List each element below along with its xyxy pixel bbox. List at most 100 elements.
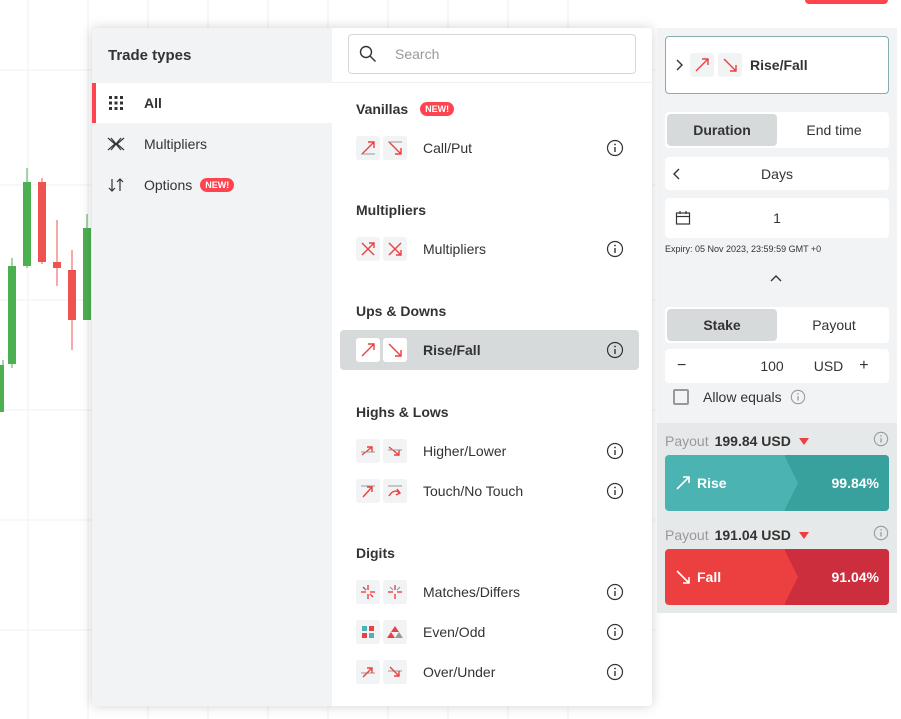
trade-type-label: Multipliers	[423, 241, 487, 257]
allow-equals-checkbox[interactable]	[673, 389, 689, 405]
duration-mode-toggle: Duration End time	[665, 112, 889, 148]
duration-value: 1	[773, 210, 781, 226]
group-title-label: Ups & Downs	[356, 303, 447, 319]
info-icon[interactable]	[873, 431, 889, 447]
trade-type-rise-fall[interactable]: Rise/Fall	[340, 330, 639, 370]
group-title-highs-lows: Highs & Lows	[356, 404, 449, 420]
minus-icon[interactable]: −	[677, 357, 686, 375]
trade-type-label: Over/Under	[423, 664, 496, 680]
fall-payout-line: Payout 191.04 USD	[665, 527, 809, 543]
category-all[interactable]: All	[92, 83, 332, 123]
new-badge: NEW!	[200, 178, 235, 192]
multiplier-up-icon	[356, 237, 380, 261]
info-icon[interactable]	[606, 240, 624, 258]
trade-type-label: Higher/Lower	[423, 443, 507, 459]
fall-percent: 91.04%	[784, 549, 889, 605]
chevron-left-icon[interactable]	[673, 168, 681, 180]
info-icon[interactable]	[790, 389, 806, 405]
trade-type-label: Call/Put	[423, 140, 473, 156]
tab-payout[interactable]: Payout	[779, 307, 889, 343]
tab-end-time[interactable]: End time	[779, 112, 889, 148]
purchase-section: Payout 199.84 USD Rise 99.84% Payout 191…	[657, 423, 897, 613]
duration-unit-select[interactable]: Days	[665, 157, 889, 190]
rise-purchase-button[interactable]: Rise 99.84%	[665, 455, 889, 511]
trade-type-matches-differs[interactable]: Matches/Differs	[340, 572, 639, 612]
search-input[interactable]	[395, 46, 615, 62]
lower-icon	[383, 439, 407, 463]
group-title-multipliers: Multipliers	[356, 202, 426, 218]
multiplier-down-icon	[383, 237, 407, 261]
new-badge: NEW!	[420, 102, 455, 116]
higher-icon	[356, 439, 380, 463]
info-icon[interactable]	[606, 341, 624, 359]
divider	[332, 82, 652, 83]
fall-label: Fall	[697, 569, 722, 585]
allow-equals-row: Allow equals	[673, 389, 806, 405]
trade-type-higher-lower[interactable]: Higher/Lower	[340, 431, 639, 471]
trade-type-over-under[interactable]: Over/Under	[340, 652, 639, 692]
price-down-icon	[798, 437, 809, 445]
info-icon[interactable]	[873, 525, 889, 541]
category-label: Options	[144, 177, 193, 193]
info-icon[interactable]	[606, 482, 624, 500]
search-icon	[359, 45, 376, 62]
chevron-up-icon[interactable]	[770, 274, 782, 282]
expiry-text: Expiry: 05 Nov 2023, 23:59:59 GMT +0	[665, 244, 822, 254]
fall-purchase-button[interactable]: Fall 91.04%	[665, 549, 889, 605]
trade-type-label: Touch/No Touch	[423, 483, 524, 499]
trade-type-even-odd[interactable]: Even/Odd	[340, 612, 639, 652]
group-title-vanillas: Vanillas NEW!	[356, 101, 455, 117]
put-icon	[383, 136, 407, 160]
trade-type-selector[interactable]: Rise/Fall	[665, 36, 889, 94]
group-title-label: Highs & Lows	[356, 404, 449, 420]
under-icon	[383, 660, 407, 684]
search-field[interactable]	[348, 34, 636, 74]
trade-category-sidebar: Trade types All Multipliers Options NEW!	[92, 28, 332, 706]
fall-payout-value: 191.04 USD	[714, 527, 791, 543]
payout-label: Payout	[665, 433, 709, 449]
trade-type-label: Matches/Differs	[423, 584, 520, 600]
calendar-icon[interactable]	[675, 210, 691, 226]
group-title-digits: Digits	[356, 545, 395, 561]
info-icon[interactable]	[606, 583, 624, 601]
rise-percent: 99.84%	[784, 455, 889, 511]
fall-arrow-icon	[676, 570, 690, 584]
rise-label: Rise	[697, 475, 727, 491]
plus-icon[interactable]: +	[859, 357, 868, 375]
tab-duration[interactable]: Duration	[667, 114, 777, 146]
tab-stake[interactable]: Stake	[667, 309, 777, 341]
category-multipliers[interactable]: Multipliers	[92, 124, 332, 164]
rise-icon	[690, 53, 714, 77]
top-red-button-edge[interactable]	[805, 0, 888, 4]
trade-type-multipliers[interactable]: Multipliers	[340, 229, 639, 269]
trade-type-touch-no-touch[interactable]: Touch/No Touch	[340, 471, 639, 511]
trade-type-call-put[interactable]: Call/Put	[340, 128, 639, 168]
info-icon[interactable]	[606, 663, 624, 681]
category-label: Multipliers	[144, 136, 208, 152]
touch-icon	[356, 479, 380, 503]
rise-arrow-icon	[676, 476, 690, 490]
trade-type-label: Rise/Fall	[423, 342, 481, 358]
fall-icon	[383, 338, 407, 362]
duration-value-input[interactable]: 1	[665, 198, 889, 238]
differs-icon	[383, 580, 407, 604]
currency-label: USD	[813, 358, 844, 374]
info-icon[interactable]	[606, 442, 624, 460]
rise-payout-value: 199.84 USD	[714, 433, 791, 449]
stake-mode-toggle: Stake Payout	[665, 307, 889, 343]
rise-payout-line: Payout 199.84 USD	[665, 433, 809, 449]
payout-label: Payout	[665, 527, 709, 543]
info-icon[interactable]	[606, 623, 624, 641]
group-title-ups-downs: Ups & Downs	[356, 303, 446, 319]
category-options[interactable]: Options NEW!	[92, 165, 332, 205]
over-icon	[356, 660, 380, 684]
stake-value: 100	[760, 358, 784, 374]
info-icon[interactable]	[606, 139, 624, 157]
price-down-icon	[798, 531, 809, 539]
grid-icon	[106, 93, 126, 113]
group-title-label: Digits	[356, 545, 395, 561]
group-title-label: Multipliers	[356, 202, 427, 218]
stake-amount-field[interactable]: − 100 USD +	[665, 349, 889, 383]
chevron-right-icon	[676, 59, 683, 71]
trade-type-label: Even/Odd	[423, 624, 486, 640]
